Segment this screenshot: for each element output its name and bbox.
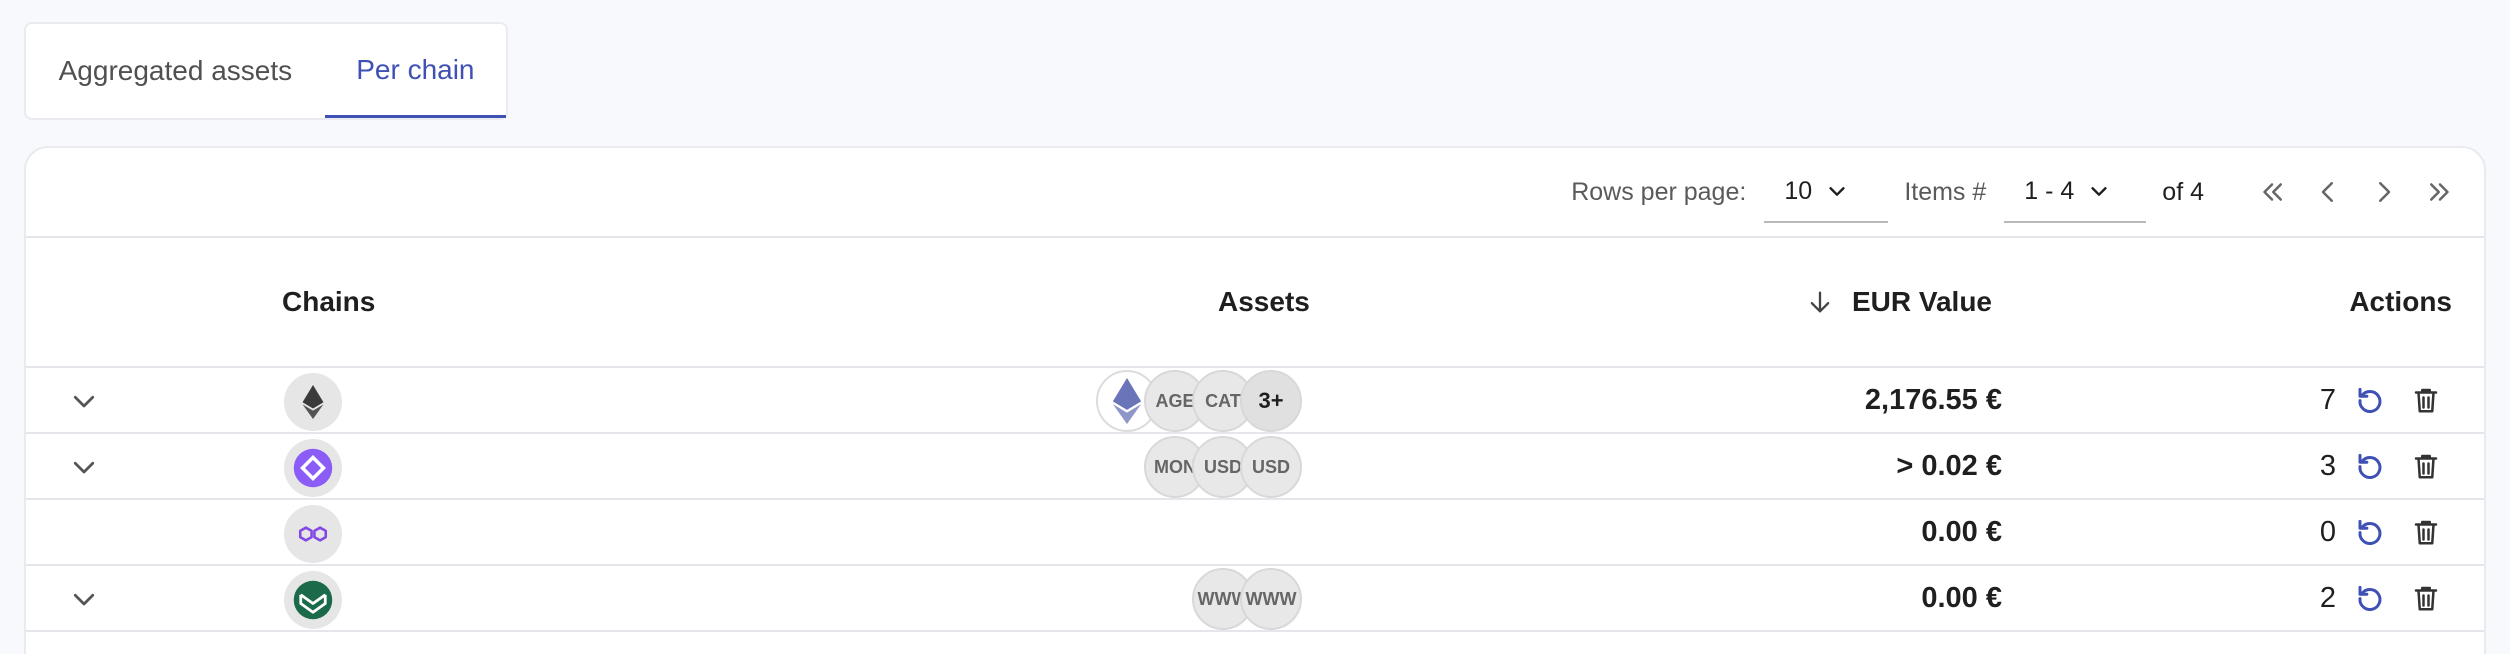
rows-per-page-label: Rows per page:	[1571, 177, 1747, 206]
chevron-down-icon	[69, 386, 99, 416]
chevrons-left-icon	[2257, 177, 2287, 207]
table-row: 0.00 € 0	[26, 500, 2484, 566]
chevrons-right-icon	[2425, 177, 2455, 207]
refresh-icon	[2355, 451, 2385, 481]
header-eur-value[interactable]: EUR Value	[1806, 238, 1992, 366]
rows-per-page-value: 10	[1784, 176, 1813, 205]
previous-page-button[interactable]	[2300, 164, 2356, 220]
refresh-button[interactable]	[2342, 570, 2398, 626]
first-page-button[interactable]	[2244, 164, 2300, 220]
header-assets: Assets	[1218, 286, 1310, 317]
asset-count: 0	[2319, 515, 2336, 548]
delete-button[interactable]	[2398, 570, 2454, 626]
expand-row-button[interactable]	[60, 443, 108, 491]
row-actions: 3	[2320, 434, 2454, 498]
refresh-button[interactable]	[2342, 438, 2398, 494]
next-page-button[interactable]	[2356, 164, 2412, 220]
items-range-value: 1 - 4	[2024, 176, 2075, 205]
balances-table-card: Rows per page: 10 Items # 1 - 4 of 4 Cha…	[24, 146, 2486, 654]
table-row: AGE CAT 3+ 2,176.55 € 7	[26, 368, 2484, 434]
refresh-icon	[2355, 385, 2385, 415]
tab-aggregated-assets[interactable]: Aggregated assets	[26, 24, 325, 118]
green-chain-icon[interactable]	[284, 571, 342, 629]
chevron-down-icon	[2088, 180, 2110, 202]
items-range-select[interactable]: 1 - 4	[2004, 161, 2147, 223]
asset-icons: AGE CAT 3+	[1096, 370, 1302, 432]
eur-value: 0.00 €	[1921, 581, 2002, 614]
row-actions: 0	[2320, 500, 2454, 564]
trash-icon	[2411, 583, 2441, 613]
asset-count: 3	[2319, 449, 2336, 482]
asset-icons: MON USD USD	[1144, 436, 1302, 498]
eur-value: 2,176.55 €	[1864, 383, 2002, 416]
header-actions: Actions	[2349, 286, 2452, 317]
delete-button[interactable]	[2398, 372, 2454, 428]
eur-value: > 0.02 €	[1896, 449, 2002, 482]
row-actions: 7	[2320, 368, 2454, 432]
table-header: Chains Assets EUR Value Actions	[26, 238, 2484, 368]
items-total: of 4	[2162, 177, 2204, 206]
table-row: WWW WWW 0.00 € 2	[26, 566, 2484, 632]
items-label: Items #	[1904, 177, 1987, 206]
trash-icon	[2411, 385, 2441, 415]
refresh-button[interactable]	[2342, 372, 2398, 428]
ethereum-icon[interactable]	[284, 373, 342, 431]
chevron-right-icon	[2369, 177, 2399, 207]
delete-button[interactable]	[2398, 504, 2454, 560]
trash-icon	[2411, 451, 2441, 481]
row-actions: 2	[2320, 566, 2454, 630]
delete-button[interactable]	[2398, 438, 2454, 494]
more-assets-badge[interactable]: 3+	[1240, 370, 1302, 432]
refresh-icon	[2355, 517, 2385, 547]
pagination-bar: Rows per page: 10 Items # 1 - 4 of 4	[26, 148, 2484, 238]
chevron-down-icon	[69, 452, 99, 482]
trash-icon	[2411, 517, 2441, 547]
asset-icons: WWW WWW	[1192, 568, 1302, 630]
tab-bar: Aggregated assets Per chain	[24, 22, 508, 120]
expand-row-button[interactable]	[60, 575, 108, 623]
table-row: MON USD USD > 0.02 € 3	[26, 434, 2484, 500]
header-eur-value-label: EUR Value	[1851, 286, 1992, 317]
polygon-icon[interactable]	[284, 505, 342, 563]
asset-icon[interactable]: WWW	[1240, 568, 1302, 630]
refresh-icon	[2355, 583, 2385, 613]
header-chains: Chains	[282, 286, 376, 317]
asset-count: 7	[2319, 383, 2336, 416]
chevron-down-icon	[69, 584, 99, 614]
rows-per-page-select[interactable]: 10	[1764, 161, 1889, 223]
last-page-button[interactable]	[2412, 164, 2468, 220]
chevron-down-icon	[1826, 180, 1848, 202]
tab-per-chain[interactable]: Per chain	[324, 24, 506, 118]
chevron-left-icon	[2313, 177, 2343, 207]
arrow-down-icon	[1806, 288, 1834, 316]
asset-count: 2	[2319, 581, 2336, 614]
expand-row-button[interactable]	[60, 377, 108, 425]
gnosis-icon[interactable]	[284, 439, 342, 497]
asset-icon[interactable]: USD	[1240, 436, 1302, 498]
refresh-button[interactable]	[2342, 504, 2398, 560]
eur-value: 0.00 €	[1921, 515, 2002, 548]
